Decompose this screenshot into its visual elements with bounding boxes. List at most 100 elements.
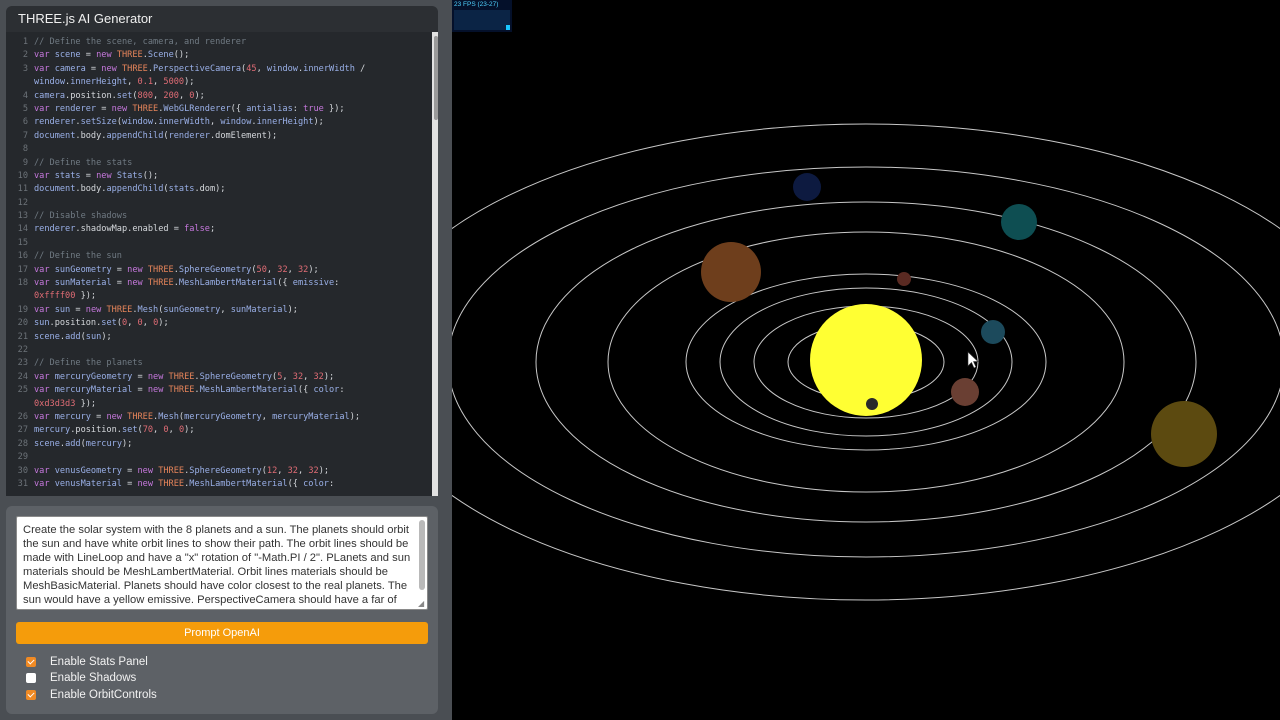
app-title: THREE.js AI Generator <box>6 6 438 32</box>
planet-earth <box>981 320 1005 344</box>
code-line: 4 camera.position.set(800, 200, 0); <box>6 90 430 103</box>
code-line: 11 document.body.appendChild(stats.dom); <box>6 183 430 196</box>
code-line: 25 var mercuryMaterial = new THREE.MeshLa… <box>6 384 430 397</box>
orbit-controls-label: Enable OrbitControls <box>50 689 157 701</box>
fps-graph-bar <box>506 25 510 30</box>
code-line: 22 <box>6 344 430 357</box>
code-line: 18 var sunMaterial = new THREE.MeshLamber… <box>6 277 430 290</box>
line-number: 11 <box>17 184 28 195</box>
planet-saturn <box>1151 401 1217 467</box>
code-line: 6 renderer.setSize(window.innerWidth, win… <box>6 116 430 129</box>
line-number: 12 <box>17 197 28 208</box>
solar-system-render <box>452 123 1280 601</box>
stats-panel-label: Enable Stats Panel <box>50 656 148 668</box>
line-number: 3 <box>22 63 28 74</box>
line-number: 5 <box>22 103 28 114</box>
sun <box>810 304 922 416</box>
fps-graph <box>454 10 510 30</box>
code-line: 24 var mercuryGeometry = new THREE.Sphere… <box>6 371 430 384</box>
code-editor[interactable]: 1// Define the scene, camera, and render… <box>6 32 438 496</box>
stats-panel[interactable]: 23 FPS (23-27) <box>452 0 512 32</box>
code-line: 26 var mercury = new THREE.Mesh(mercuryGe… <box>6 411 430 424</box>
line-number: 21 <box>17 331 28 342</box>
line-number: 15 <box>17 237 28 248</box>
planet-mercury <box>866 398 878 410</box>
code-line: 21 scene.add(sun); <box>6 331 430 344</box>
code-line: 19 var sun = new THREE.Mesh(sunGeometry, … <box>6 304 430 317</box>
code-line: 12 <box>6 197 430 210</box>
line-number: 28 <box>17 438 28 449</box>
line-number: 29 <box>17 452 28 463</box>
code-line: 1// Define the scene, camera, and render… <box>6 36 430 49</box>
prompt-openai-button[interactable]: Prompt OpenAI <box>16 622 428 644</box>
line-number: 30 <box>17 465 28 476</box>
code-line: 29 <box>6 451 430 464</box>
code-line: 13// Disable shadows <box>6 210 430 223</box>
line-number: 25 <box>17 385 28 396</box>
line-number: 8 <box>22 144 28 155</box>
line-number: 1 <box>22 37 28 47</box>
fps-readout: 23 FPS (23-27) <box>454 1 499 8</box>
code-line: 14 renderer.shadowMap.enabled = false; <box>6 223 430 236</box>
line-number: 20 <box>17 318 28 329</box>
planet-neptune <box>793 173 821 201</box>
code-line: 9// Define the stats <box>6 157 430 170</box>
line-number: 27 <box>17 425 28 436</box>
code-line: 8 <box>6 143 430 156</box>
option-shadows[interactable]: Enable Shadows <box>26 670 136 686</box>
code-line: 10 var stats = new Stats(); <box>6 170 430 183</box>
line-number: 14 <box>17 224 28 235</box>
code-line: 7 document.body.appendChild(renderer.domE… <box>6 130 430 143</box>
line-number: 9 <box>22 157 28 168</box>
stats-panel-checkbox[interactable] <box>26 657 36 667</box>
line-number: 18 <box>17 278 28 289</box>
code-line: 27 mercury.position.set(70, 0, 0); <box>6 424 430 437</box>
prompt-text: Create the solar system with the 8 plane… <box>23 524 411 609</box>
code-line: 16// Define the sun <box>6 250 430 263</box>
code-line: 17 var sunGeometry = new THREE.SphereGeom… <box>6 264 430 277</box>
planet-uranus <box>1001 204 1037 240</box>
code-line: 30 var venusGeometry = new THREE.SphereGe… <box>6 465 430 478</box>
code-line: 20 sun.position.set(0, 0, 0); <box>6 317 430 330</box>
resize-handle-icon[interactable]: ◢ <box>418 600 426 608</box>
code-line: 23// Define the planets <box>6 357 430 370</box>
line-number: 4 <box>22 90 28 101</box>
code-line: window.innerHeight, 0.1, 5000); <box>34 77 195 88</box>
planet-jupiter <box>701 242 761 302</box>
line-number: 26 <box>17 411 28 422</box>
line-number: 2 <box>22 50 28 61</box>
line-number: 24 <box>17 371 28 382</box>
line-number: 19 <box>17 304 28 315</box>
code-line: 0xd3d3d3 }); <box>34 398 97 409</box>
line-number: 31 <box>17 478 28 489</box>
planet-venus <box>951 378 979 406</box>
code-line: 28 scene.add(mercury); <box>6 438 430 451</box>
code-line: 31 var venusMaterial = new THREE.MeshLamb… <box>6 478 430 491</box>
line-number: 6 <box>22 117 28 128</box>
code-line: 5 var renderer = new THREE.WebGLRenderer(… <box>6 103 430 116</box>
code-line: 15 <box>6 237 430 250</box>
threejs-canvas[interactable]: 23 FPS (23-27) <box>452 0 1280 720</box>
controls-card: Create the solar system with the 8 plane… <box>6 506 438 714</box>
prompt-scrollbar[interactable] <box>419 520 425 590</box>
line-number: 13 <box>17 211 28 222</box>
code-line: 0xffff00 }); <box>34 291 97 302</box>
sidebar-panel: THREE.js AI Generator 1// Define the sce… <box>0 0 452 720</box>
code-scrollbar-thumb[interactable] <box>434 36 438 120</box>
line-number: 7 <box>22 130 28 141</box>
code-line: 3 var camera = new THREE.PerspectiveCamer… <box>6 63 430 76</box>
line-number: 23 <box>17 358 28 369</box>
code-lines: 1// Define the scene, camera, and render… <box>6 36 430 491</box>
shadows-label: Enable Shadows <box>50 672 137 684</box>
prompt-textarea[interactable]: Create the solar system with the 8 plane… <box>16 516 428 610</box>
line-number: 16 <box>17 251 28 262</box>
option-orbit-controls[interactable]: Enable OrbitControls <box>26 687 157 703</box>
orbit-controls-checkbox[interactable] <box>26 690 36 700</box>
planet-mars <box>897 272 911 286</box>
code-line: 2 var scene = new THREE.Scene(); <box>6 49 430 62</box>
shadows-checkbox[interactable] <box>26 673 36 683</box>
line-number: 17 <box>17 264 28 275</box>
line-number: 22 <box>17 344 28 355</box>
line-number: 10 <box>17 170 28 181</box>
option-stats-panel[interactable]: Enable Stats Panel <box>26 654 148 670</box>
